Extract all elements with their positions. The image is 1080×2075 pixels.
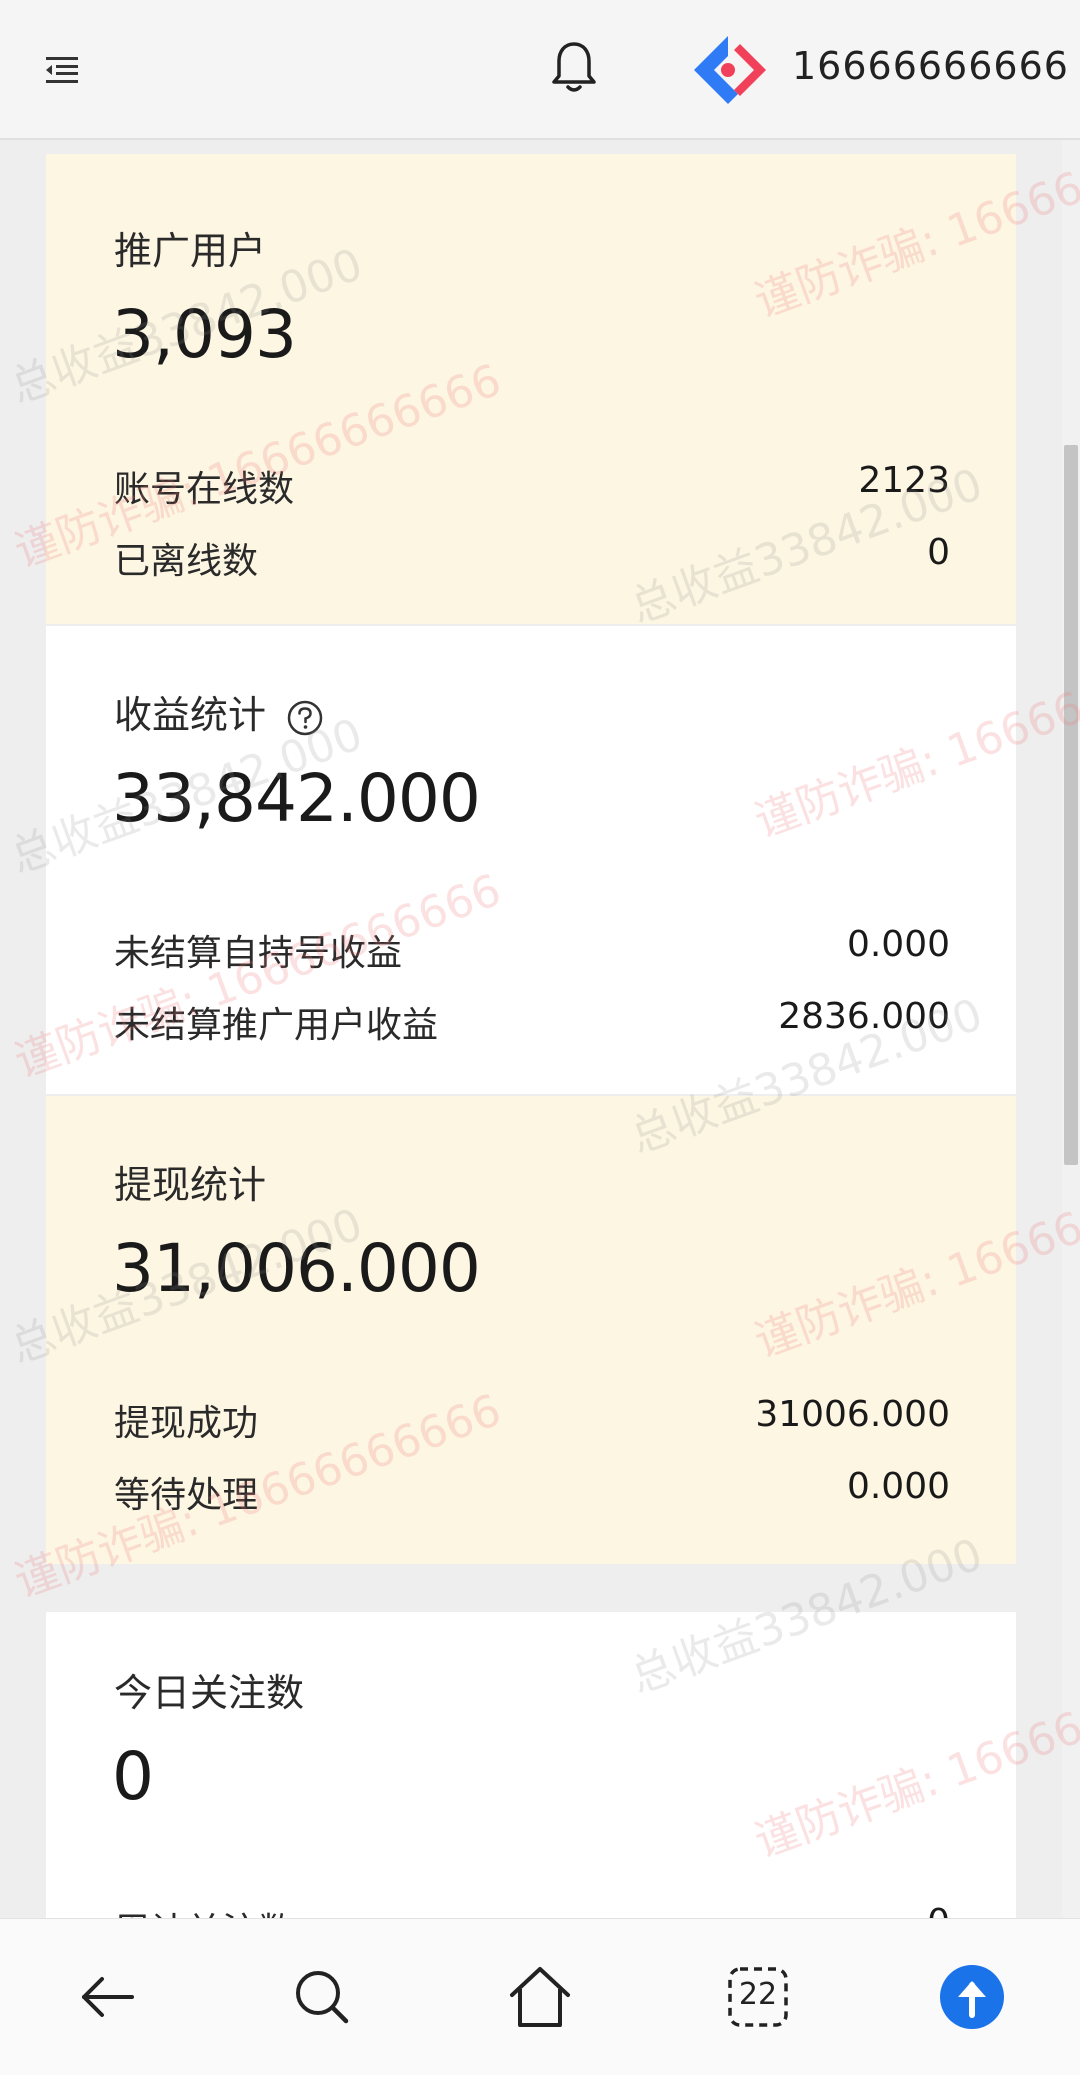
card-title: 推广用户	[114, 229, 267, 273]
menu-icon	[46, 57, 78, 83]
card-title: 收益统计	[114, 693, 267, 737]
stat-row: 提现成功 31006.000	[114, 1394, 950, 1450]
notification-button[interactable]	[548, 38, 600, 98]
card-title-wrap: 收益统计	[114, 684, 324, 739]
stat-value: 0.000	[846, 1466, 950, 1507]
back-arrow-icon	[82, 1977, 134, 2017]
stat-row: 已离线数 0	[114, 532, 950, 588]
dashboard-content: 推广用户 3,093 账号在线数 2123 已离线数 0 收益统计 33,842…	[0, 140, 1080, 1918]
upload-icon	[940, 1965, 1004, 2029]
stat-value: 31006.000	[755, 1394, 950, 1435]
card-title: 提现统计	[114, 1163, 267, 1207]
stat-label: 周计关注数	[114, 1902, 294, 1918]
help-icon[interactable]	[286, 699, 324, 737]
home-button[interactable]	[500, 1957, 580, 2037]
stat-label: 等待处理	[114, 1475, 259, 1516]
card-total-value: 31,006.000	[112, 1230, 481, 1307]
stat-label: 账号在线数	[114, 469, 295, 510]
home-icon	[510, 1967, 570, 2027]
back-button[interactable]	[68, 1957, 148, 2037]
brand-logo	[688, 30, 768, 110]
browser-bottom-bar: 22	[0, 1918, 1080, 2075]
stat-value: 0	[927, 532, 950, 573]
top-header: 16666666666	[0, 0, 1080, 140]
upload-button[interactable]	[932, 1957, 1012, 2037]
tabs-button[interactable]: 22	[718, 1957, 798, 2037]
stat-value: 0.000	[846, 924, 950, 965]
search-button[interactable]	[282, 1957, 362, 2037]
earnings-card: 收益统计 33,842.000 未结算自持号收益 0.000 未结算推广用户收益…	[46, 626, 1016, 1094]
menu-toggle-button[interactable]	[40, 48, 84, 92]
withdraw-card: 提现统计 31,006.000 提现成功 31006.000 等待处理 0.00…	[46, 1096, 1016, 1564]
stat-value: 0	[927, 1902, 950, 1918]
stat-value: 2836.000	[778, 996, 950, 1037]
stat-label: 已离线数	[114, 541, 259, 582]
promo-users-card: 推广用户 3,093 账号在线数 2123 已离线数 0	[46, 154, 1016, 624]
bell-icon	[552, 42, 596, 92]
stat-label: 未结算自持号收益	[114, 933, 403, 974]
tabs-count: 22	[738, 1977, 778, 2012]
search-icon	[296, 1971, 349, 2024]
stat-row: 未结算自持号收益 0.000	[114, 924, 950, 980]
stat-row: 账号在线数 2123	[114, 460, 950, 516]
stat-row: 周计关注数 0	[114, 1902, 950, 1918]
stat-row: 未结算推广用户收益 2836.000	[114, 996, 950, 1052]
card-total-value: 0	[112, 1738, 154, 1815]
card-total-value: 3,093	[112, 296, 297, 373]
card-title: 今日关注数	[114, 1671, 305, 1715]
follow-card: 今日关注数 0 周计关注数 0	[46, 1612, 1016, 1918]
stat-label: 提现成功	[114, 1403, 259, 1444]
stat-row: 等待处理 0.000	[114, 1466, 950, 1522]
card-total-value: 33,842.000	[112, 760, 481, 837]
scrollbar-thumb[interactable]	[1064, 445, 1078, 1165]
logo-icon	[694, 36, 766, 104]
account-phone[interactable]: 16666666666	[792, 44, 1069, 88]
stat-value: 2123	[858, 460, 950, 501]
stat-label: 未结算推广用户收益	[114, 1005, 439, 1046]
